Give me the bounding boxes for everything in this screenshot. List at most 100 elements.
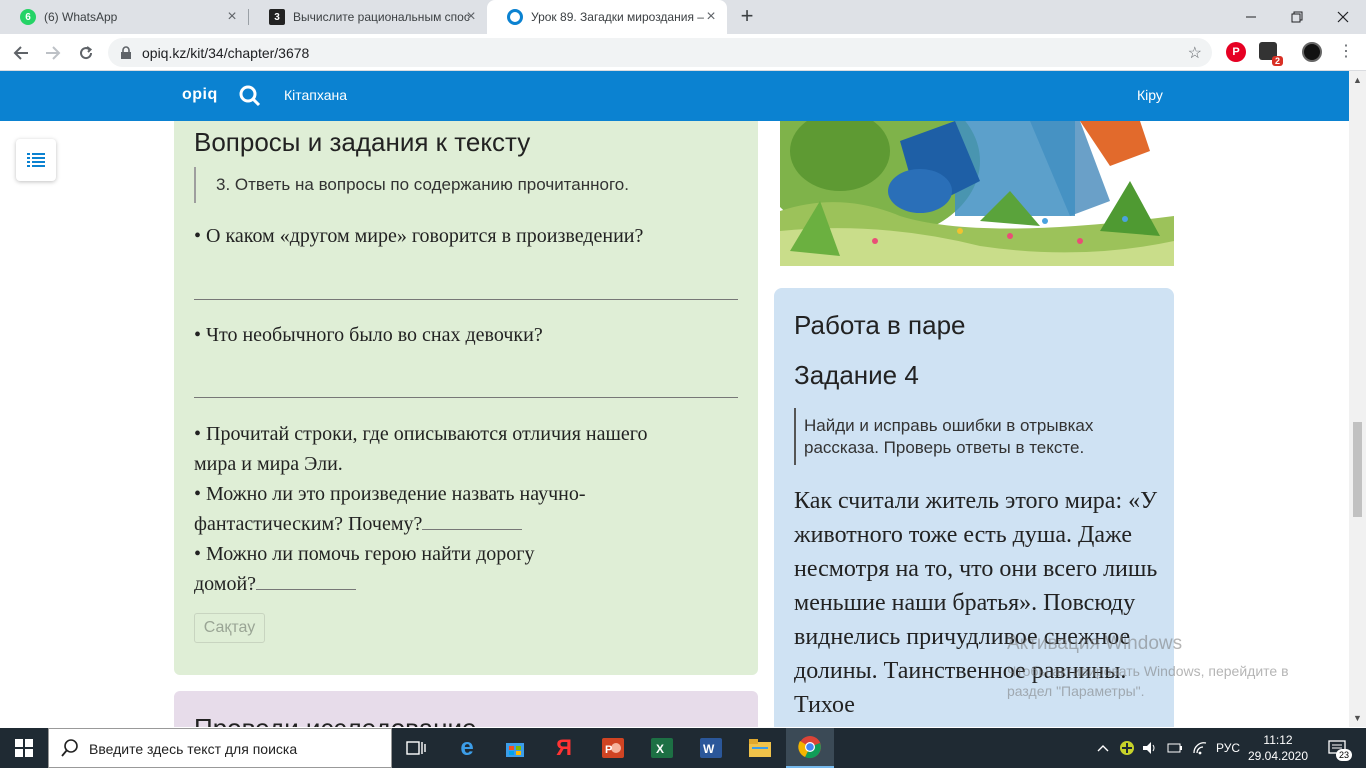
explorer-icon <box>749 739 771 757</box>
minimize-icon <box>1246 16 1256 18</box>
extension-badge: 2 <box>1271 56 1283 66</box>
show-hidden-icons-button[interactable] <box>1094 728 1112 768</box>
whatsapp-icon: 6 <box>20 9 36 25</box>
page-content: Вопросы и задания к тексту 3. Ответь на … <box>0 121 1349 727</box>
close-window-button[interactable] <box>1320 0 1366 34</box>
scrollbar-thumb[interactable] <box>1353 422 1362 517</box>
pinterest-icon[interactable]: P <box>1226 42 1246 62</box>
explorer-app[interactable] <box>736 728 784 768</box>
forward-button[interactable] <box>40 40 66 66</box>
opiq-logo[interactable]: opiq <box>182 86 218 104</box>
yandex-icon: Я <box>556 735 572 760</box>
system-clock[interactable]: 11:12 29.04.2020 <box>1245 732 1311 764</box>
question-3: • Прочитай строки, где описываются отлич… <box>194 419 648 599</box>
answer-line-4[interactable] <box>422 512 523 530</box>
clock-date: 29.04.2020 <box>1247 749 1309 763</box>
shield-plus-icon <box>1120 741 1134 755</box>
close-icon[interactable]: × <box>463 9 479 25</box>
new-tab-button[interactable]: + <box>735 5 759 29</box>
scroll-up-arrow-icon[interactable]: ▲ <box>1353 75 1362 85</box>
tab-whatsapp[interactable]: 6 (6) WhatsApp × <box>0 0 248 34</box>
watermark-title: Активация Windows <box>1007 633 1183 654</box>
answer-line-1[interactable] <box>194 299 738 300</box>
battery-button[interactable] <box>1165 728 1185 768</box>
reload-icon <box>80 46 93 60</box>
question-5-line-1: • Можно ли помочь герою найти дорогу <box>194 543 535 565</box>
tab-opiq-lesson[interactable]: Урок 89. Загадки мироздания – × <box>487 0 727 34</box>
volume-button[interactable] <box>1140 728 1160 768</box>
store-icon <box>506 743 524 757</box>
question-4-line-2: фантастическим? Почему? <box>194 513 423 535</box>
question-3-line-1: • Прочитай строки, где описываются отлич… <box>194 423 648 445</box>
excel-icon: X <box>651 738 673 758</box>
restore-icon <box>1291 11 1303 23</box>
close-icon[interactable]: × <box>224 9 240 25</box>
address-bar[interactable]: opiq.kz/kit/34/chapter/3678 ☆ <box>108 38 1212 67</box>
reload-button[interactable] <box>73 40 99 66</box>
watermark-text: Чтобы активировать Windows, перейдите в … <box>1007 663 1289 699</box>
section-title: Вопросы и задания к тексту <box>194 127 531 157</box>
action-center-button[interactable]: 23 <box>1322 737 1352 761</box>
notification-count: 23 <box>1335 749 1352 761</box>
browser-tab-strip: 6 (6) WhatsApp × 3 Вычислите рациональны… <box>0 0 1366 34</box>
opiq-icon <box>507 9 523 25</box>
minimize-button[interactable] <box>1228 0 1274 34</box>
speaker-icon <box>1143 742 1155 754</box>
security-tray-button[interactable] <box>1117 728 1137 768</box>
start-button[interactable] <box>0 728 48 768</box>
instruction-quote: 3. Ответь на вопросы по содержанию прочи… <box>194 167 714 203</box>
scroll-down-arrow-icon[interactable]: ▼ <box>1353 713 1362 723</box>
svg-text:X: X <box>656 742 664 756</box>
login-link[interactable]: Кіру <box>1137 87 1163 103</box>
wifi-icon <box>1193 742 1207 755</box>
tab-znanija[interactable]: 3 Вычислите рациональным спос × <box>249 0 487 34</box>
task-view-icon <box>406 741 426 755</box>
windows-activation-watermark: Активация Windows Чтобы активировать Win… <box>1007 633 1327 701</box>
search-icon[interactable] <box>239 85 261 107</box>
questions-card: Вопросы и задания к тексту 3. Ответь на … <box>174 121 758 675</box>
menu-kebab-icon[interactable]: ⋮ <box>1336 42 1356 62</box>
language-indicator[interactable]: РУС <box>1214 728 1242 768</box>
answer-line-5[interactable] <box>256 572 357 590</box>
word-app[interactable]: W <box>687 728 735 768</box>
task-title: Задание 4 <box>794 360 919 390</box>
browser-toolbar: opiq.kz/kit/34/chapter/3678 ☆ P 2 ⋮ <box>0 34 1366 71</box>
network-button[interactable] <box>1190 728 1210 768</box>
search-icon <box>61 739 78 757</box>
svg-text:W: W <box>703 742 715 756</box>
question-2: • Что необычного было во снах девочки? <box>194 324 543 346</box>
extension-icon[interactable]: 2 <box>1259 42 1283 66</box>
search-placeholder[interactable]: Введите здесь текст для поиска <box>89 741 297 757</box>
lock-icon[interactable] <box>120 46 132 60</box>
library-link[interactable]: Кітапхана <box>284 87 347 103</box>
forward-arrow-icon <box>46 46 61 60</box>
back-button[interactable] <box>8 40 34 66</box>
excel-app[interactable]: X <box>638 728 686 768</box>
back-arrow-icon <box>13 46 28 60</box>
page-scrollbar[interactable]: ▲ ▼ <box>1349 71 1366 727</box>
restore-button[interactable] <box>1274 0 1320 34</box>
chrome-icon <box>798 736 821 759</box>
save-button[interactable]: Сақтау <box>194 613 265 643</box>
yandex-app[interactable]: Я <box>540 728 588 768</box>
chrome-app[interactable] <box>786 728 834 768</box>
task-view-button[interactable] <box>392 728 440 768</box>
tab-title: (6) WhatsApp <box>44 10 118 24</box>
url-text[interactable]: opiq.kz/kit/34/chapter/3678 <box>142 45 309 61</box>
close-icon[interactable]: × <box>703 9 719 25</box>
powerpoint-app[interactable]: P <box>589 728 637 768</box>
profile-avatar[interactable] <box>1302 42 1322 62</box>
question-3-line-2: мира и мира Эли. <box>194 453 343 475</box>
bookmark-star-icon[interactable]: ☆ <box>1188 43 1202 63</box>
clock-time: 11:12 <box>1263 733 1293 747</box>
windows-taskbar: Введите здесь текст для поиска e Я P X W… <box>0 728 1366 768</box>
pair-work-title: Работа в паре <box>794 310 966 340</box>
answer-line-2[interactable] <box>194 397 738 398</box>
windows-logo-icon <box>15 739 33 757</box>
table-of-contents-button[interactable] <box>16 139 56 181</box>
taskbar-search[interactable]: Введите здесь текст для поиска <box>48 728 392 768</box>
edge-app[interactable]: e <box>443 728 491 768</box>
list-icon <box>27 153 45 167</box>
store-app[interactable] <box>491 728 539 768</box>
close-icon <box>1337 11 1349 23</box>
